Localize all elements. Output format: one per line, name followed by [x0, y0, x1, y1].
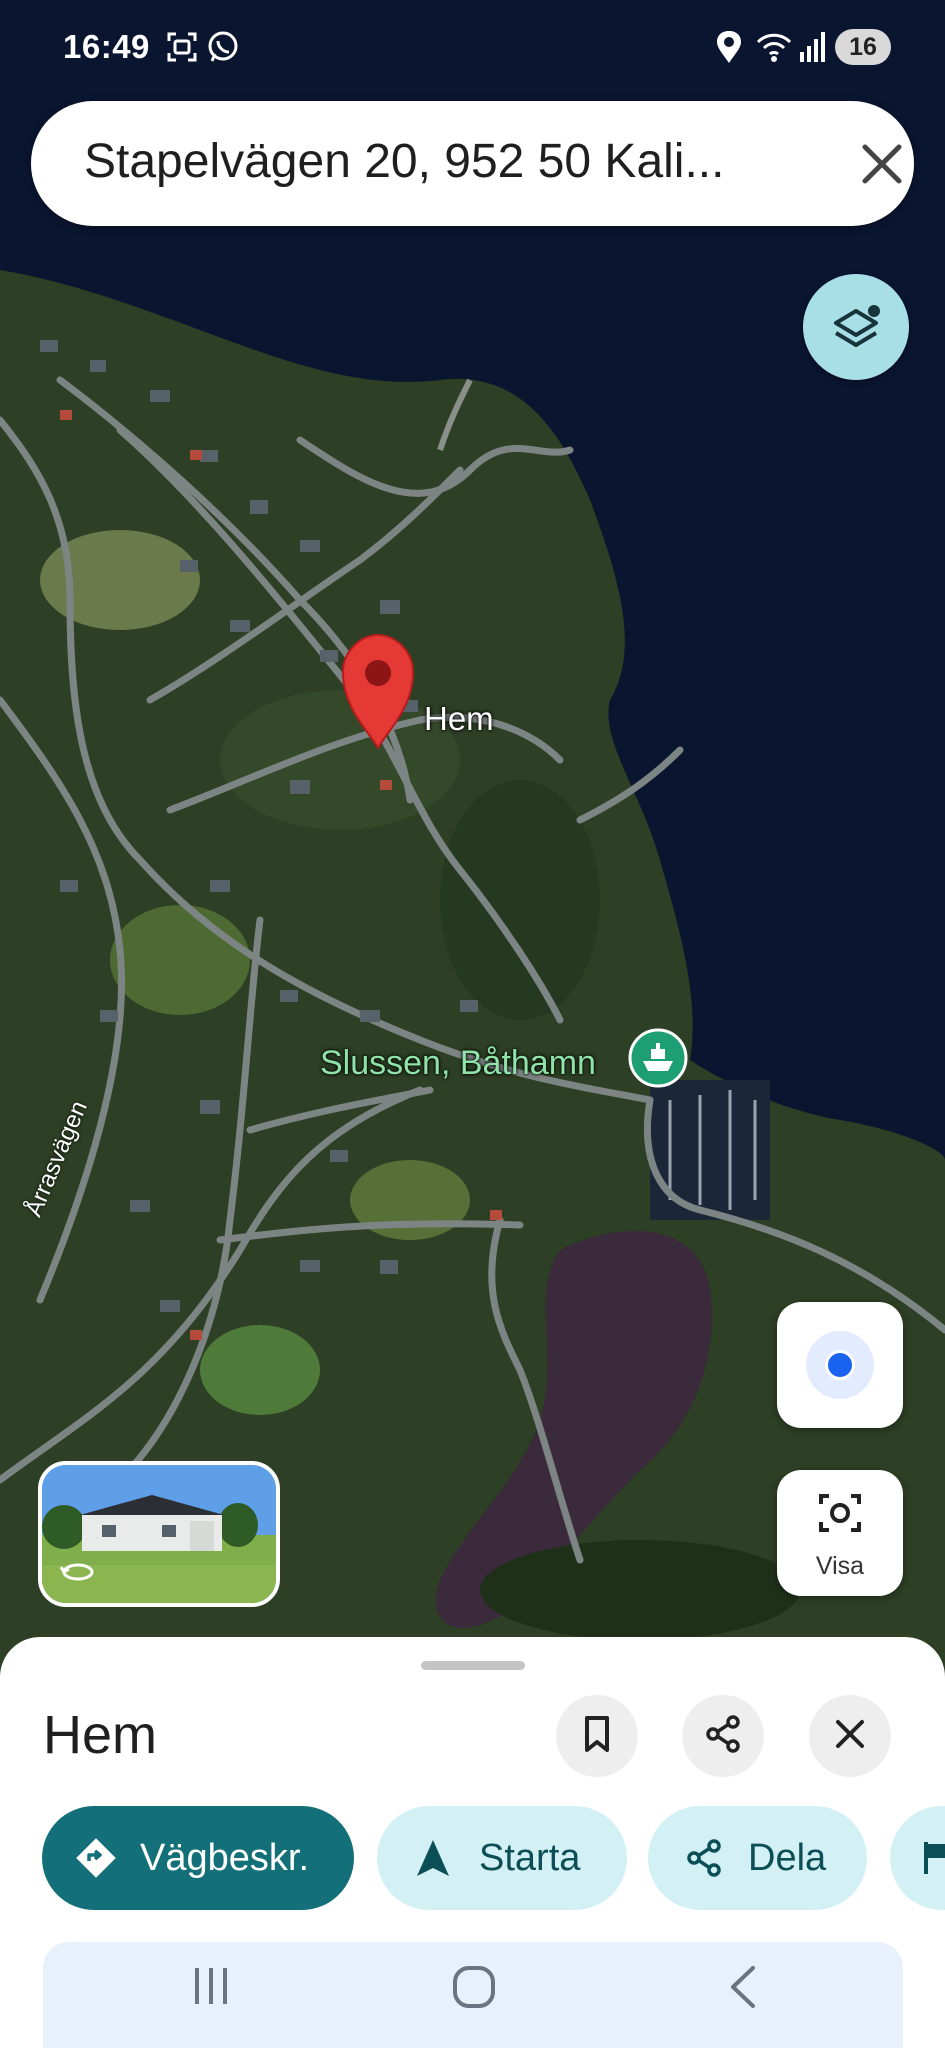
- layers-button[interactable]: [803, 274, 909, 380]
- screenshot-icon: [165, 30, 199, 72]
- place-title: Hem: [43, 1705, 158, 1765]
- close-icon[interactable]: [857, 139, 907, 189]
- whatsapp-icon: [206, 30, 240, 72]
- search-bar[interactable]: Stapelvägen 20, 952 50 Kali...: [31, 101, 914, 226]
- bookmark-icon: [579, 1714, 615, 1759]
- more-chip[interactable]: [890, 1806, 945, 1910]
- directions-label: Vägbeskr.: [140, 1836, 309, 1879]
- lens-label: Visa: [815, 1552, 865, 1580]
- close-icon: [832, 1716, 868, 1757]
- flag-icon: [924, 1840, 945, 1876]
- rotate-360-icon: [59, 1557, 96, 1592]
- battery-indicator: 16: [835, 29, 891, 65]
- share-button[interactable]: [682, 1695, 764, 1777]
- ferry-icon[interactable]: [627, 1027, 689, 1089]
- location-icon: [715, 30, 743, 72]
- share-icon: [703, 1714, 743, 1759]
- status-bar: 16:49 16: [0, 0, 945, 96]
- share-label: Dela: [748, 1836, 827, 1879]
- navigation-arrow-icon: [415, 1838, 451, 1878]
- my-location-button[interactable]: [777, 1302, 903, 1428]
- layers-icon: [830, 301, 884, 360]
- start-label: Starta: [479, 1836, 581, 1879]
- location-dot-icon: [825, 1350, 855, 1380]
- directions-button[interactable]: Vägbeskr.: [42, 1806, 354, 1910]
- start-button[interactable]: Starta: [377, 1806, 627, 1910]
- camera-lens-icon: [819, 1494, 861, 1532]
- recent-apps-icon[interactable]: [189, 1964, 233, 2013]
- back-icon[interactable]: [723, 1964, 763, 2015]
- poi-label[interactable]: Slussen, Båthamn: [320, 1044, 596, 1083]
- drag-handle[interactable]: [421, 1661, 525, 1670]
- home-icon[interactable]: [451, 1964, 497, 2015]
- directions-icon: [74, 1836, 118, 1880]
- place-label[interactable]: Hem: [424, 700, 494, 738]
- lens-button[interactable]: Visa: [777, 1470, 903, 1596]
- share-chip[interactable]: Dela: [648, 1806, 867, 1910]
- search-query[interactable]: Stapelvägen 20, 952 50 Kali...: [84, 134, 814, 189]
- wifi-icon: [755, 30, 793, 72]
- close-button[interactable]: [809, 1695, 891, 1777]
- street-view-thumbnail[interactable]: [38, 1461, 280, 1607]
- save-button[interactable]: [556, 1695, 638, 1777]
- share-icon: [684, 1838, 724, 1878]
- status-time: 16:49: [63, 28, 150, 65]
- signal-icon: [798, 30, 826, 72]
- system-nav-bar: [43, 1942, 903, 2048]
